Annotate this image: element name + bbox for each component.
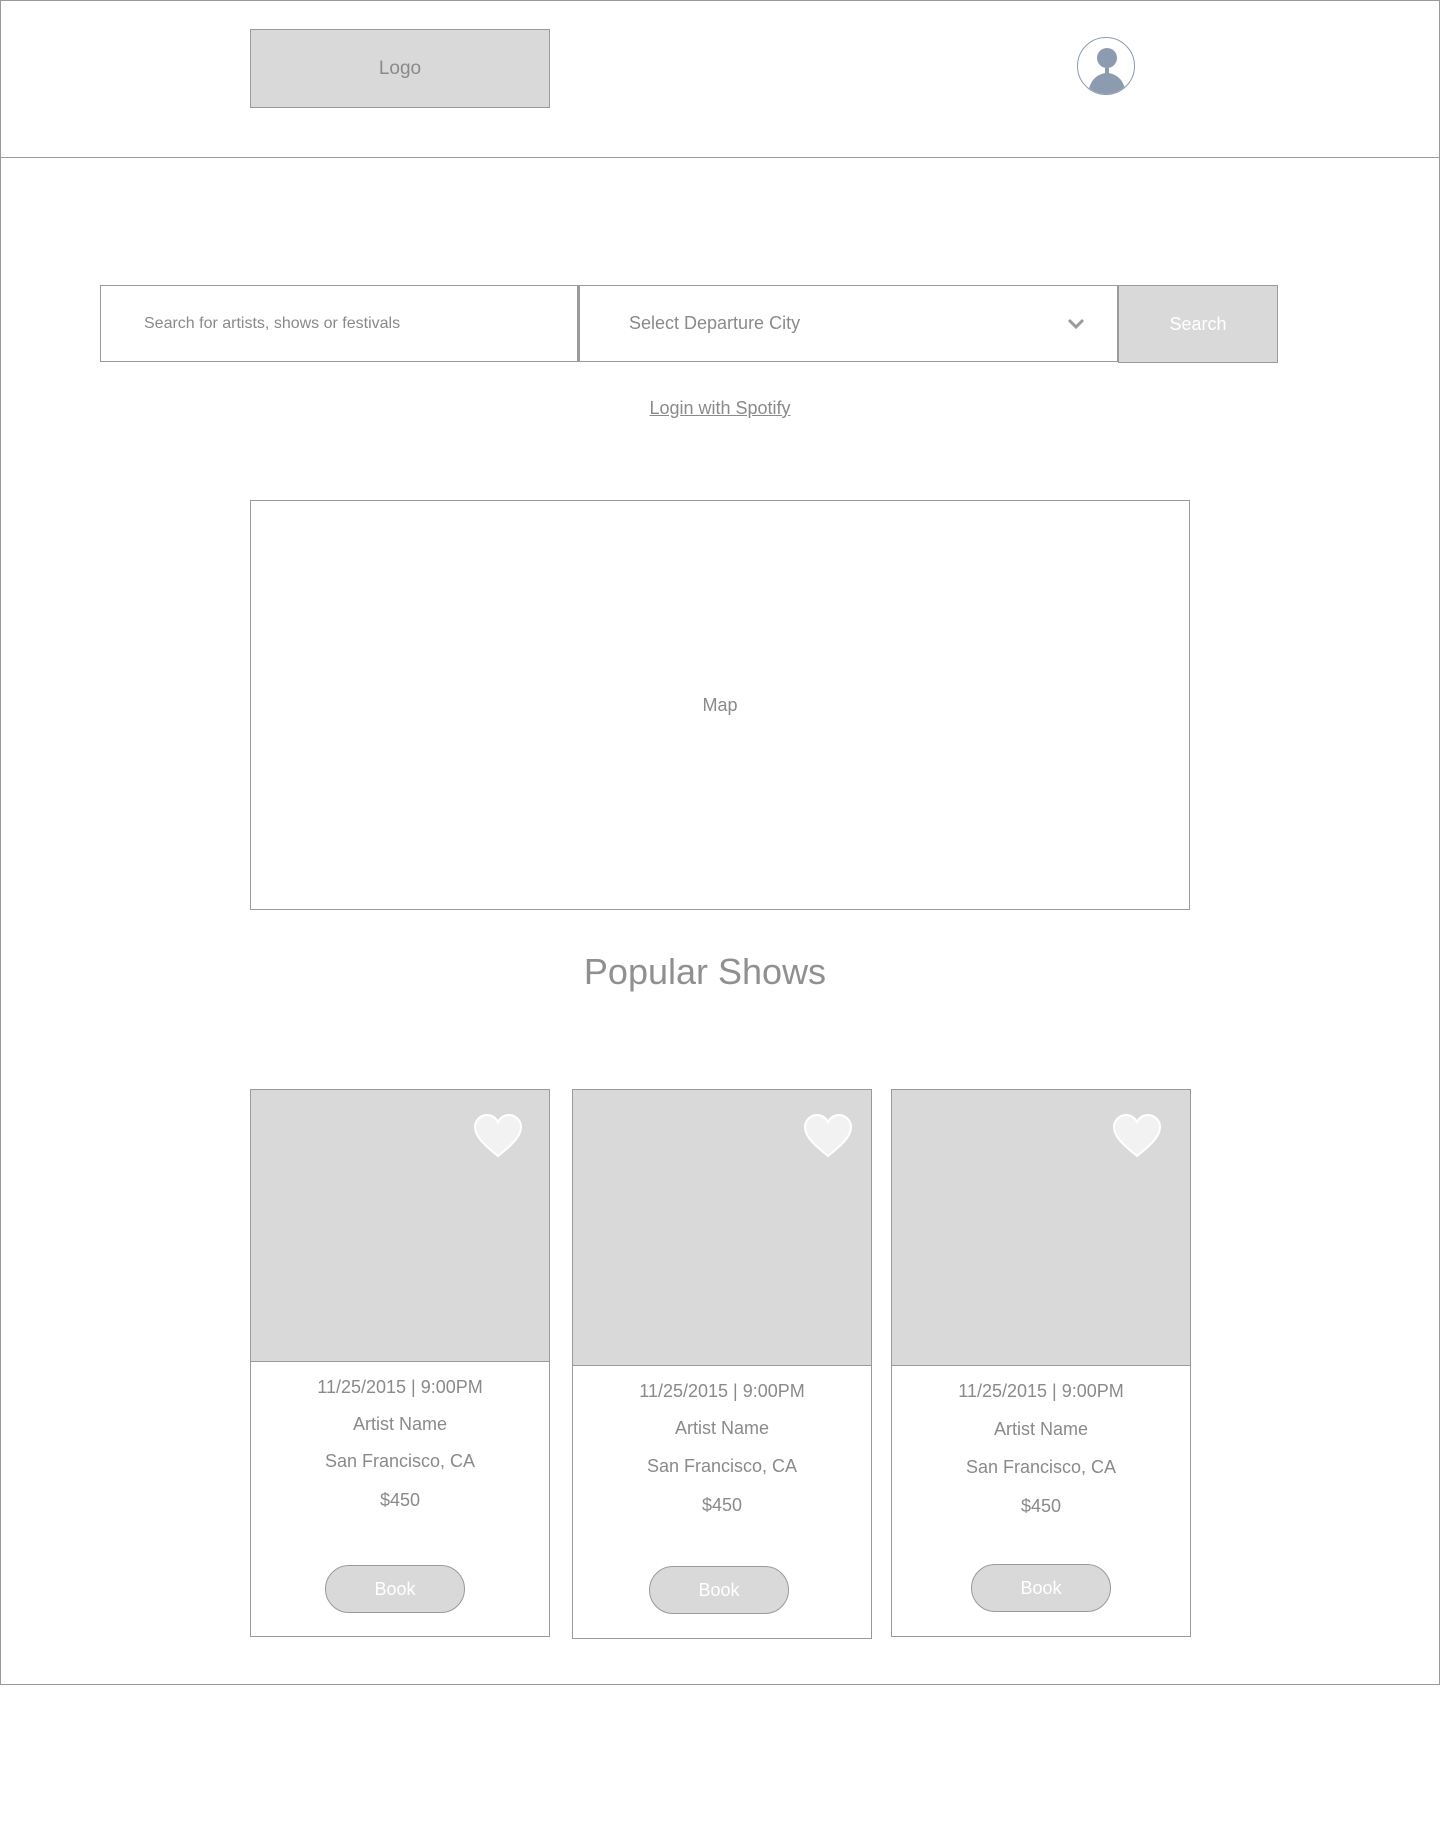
logo-label: Logo [378, 57, 422, 79]
show-image [573, 1090, 871, 1366]
book-button[interactable]: Book [971, 1564, 1111, 1612]
logo[interactable]: Logo [250, 29, 550, 108]
show-datetime: 11/25/2015 | 9:00PM [317, 1377, 483, 1397]
show-card: 11/25/2015 | 9:00PM Artist Name San Fran… [891, 1089, 1191, 1637]
show-artist: Artist Name [352, 1414, 448, 1434]
header-divider [1, 157, 1439, 158]
search-button-label: Search [1169, 313, 1227, 334]
login-with-spotify-link[interactable]: Login with Spotify [0, 398, 1440, 419]
departure-city-select[interactable]: Select Departure City [578, 285, 1118, 362]
departure-city-placeholder: Select Departure City [629, 313, 801, 333]
book-button-label: Book [374, 1578, 416, 1599]
map[interactable]: Map [250, 500, 1190, 910]
book-button-label: Book [698, 1579, 740, 1600]
search-placeholder: Search for artists, shows or festivals [144, 314, 401, 332]
show-price: $450 [379, 1490, 421, 1510]
show-card: 11/25/2015 | 9:00PM Artist Name San Fran… [572, 1089, 872, 1639]
search-input[interactable]: Search for artists, shows or festivals [100, 285, 578, 362]
show-location: San Francisco, CA [965, 1457, 1117, 1477]
heart-icon[interactable] [473, 1114, 523, 1158]
show-image [892, 1090, 1190, 1366]
show-price: $450 [1020, 1496, 1062, 1516]
show-artist: Artist Name [993, 1419, 1089, 1439]
book-button-label: Book [1020, 1577, 1062, 1598]
show-datetime: 11/25/2015 | 9:00PM [639, 1381, 805, 1401]
show-location: San Francisco, CA [646, 1456, 798, 1476]
show-card: 11/25/2015 | 9:00PM Artist Name San Fran… [250, 1089, 550, 1637]
heart-icon[interactable] [1112, 1114, 1162, 1158]
book-button[interactable]: Book [325, 1565, 465, 1613]
show-datetime: 11/25/2015 | 9:00PM [958, 1381, 1124, 1401]
user-avatar-icon[interactable] [1077, 37, 1135, 95]
search-button[interactable]: Search [1118, 285, 1278, 363]
heart-icon[interactable] [803, 1114, 853, 1158]
show-location: San Francisco, CA [324, 1451, 476, 1471]
show-price: $450 [701, 1495, 743, 1515]
show-image [251, 1090, 549, 1362]
chevron-down-icon [1067, 318, 1085, 330]
popular-shows-title: Popular Shows [583, 951, 827, 992]
show-artist: Artist Name [674, 1418, 770, 1438]
map-label: Map [702, 694, 738, 715]
book-button[interactable]: Book [649, 1566, 789, 1614]
